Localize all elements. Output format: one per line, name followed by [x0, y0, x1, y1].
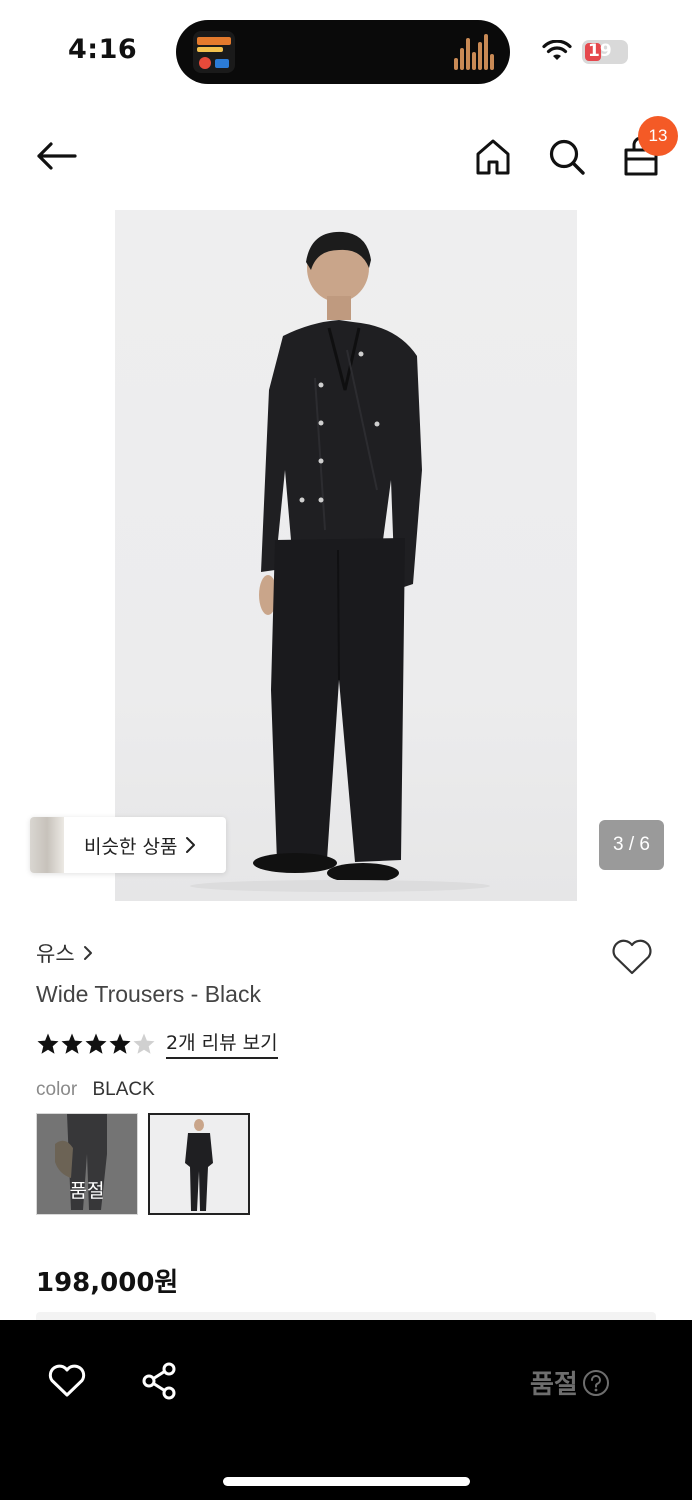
heart-icon — [48, 1364, 86, 1397]
similar-products-button[interactable]: 비슷한 상품 — [30, 817, 226, 873]
battery-level: 19 — [588, 41, 612, 61]
rating-row: 2개 리뷰 보기 — [36, 1028, 278, 1059]
chevron-right-icon — [83, 946, 92, 960]
chevron-right-icon — [186, 837, 196, 853]
color-value: BLACK — [92, 1079, 155, 1100]
battery-icon: 19 — [582, 40, 628, 64]
star-rating-icon — [37, 1033, 155, 1054]
similar-products-label: 비슷한 상품 — [84, 835, 178, 858]
home-icon — [476, 139, 510, 175]
view-reviews-link[interactable]: 2개 리뷰 보기 — [166, 1028, 278, 1059]
home-indicator — [223, 1477, 470, 1486]
cart-count-badge: 13 — [638, 116, 678, 156]
question-circle-icon[interactable] — [582, 1369, 610, 1397]
heart-icon — [612, 939, 652, 975]
status-bar: 4:16 19 — [0, 0, 692, 100]
color-swatch-sold-out[interactable]: 품절 — [36, 1113, 138, 1215]
sold-out-button[interactable]: 품절 — [530, 1364, 610, 1401]
share-button[interactable] — [136, 1358, 182, 1404]
dynamic-island[interactable] — [176, 20, 510, 84]
back-button[interactable] — [28, 136, 84, 176]
search-icon — [549, 139, 585, 175]
bottom-wishlist-button[interactable] — [44, 1358, 90, 1404]
product-name: Wide Trousers - Black — [36, 981, 261, 1007]
swatch-image — [150, 1115, 248, 1213]
arrow-left-icon — [37, 142, 77, 170]
home-button[interactable] — [470, 134, 516, 180]
sold-out-label: 품절 — [530, 1370, 578, 1400]
wifi-icon — [542, 40, 572, 60]
share-icon — [142, 1362, 176, 1400]
image-page-indicator: 3 / 6 — [599, 820, 664, 870]
status-time: 4:16 — [68, 34, 138, 65]
color-swatch-selected[interactable] — [148, 1113, 250, 1215]
now-playing-artwork — [193, 31, 235, 73]
brand-link[interactable]: 유스 — [36, 938, 93, 968]
color-row: color BLACK — [36, 1079, 155, 1101]
similar-product-thumbnail — [30, 817, 64, 873]
content-peek — [36, 1312, 656, 1320]
product-image[interactable] — [115, 210, 577, 901]
top-nav-bar — [0, 110, 692, 200]
product-price: 198,000원 — [36, 1268, 179, 1298]
audio-waveform-icon — [454, 34, 494, 70]
search-button[interactable] — [544, 134, 590, 180]
star-rating — [36, 1032, 160, 1056]
model-photo — [190, 231, 490, 892]
color-label: color — [36, 1079, 78, 1100]
brand-name: 유스 — [36, 942, 75, 966]
wishlist-button[interactable] — [608, 935, 656, 979]
bottom-action-bar: 품절 — [0, 1320, 692, 1500]
sold-out-badge: 품절 — [69, 1180, 105, 1202]
